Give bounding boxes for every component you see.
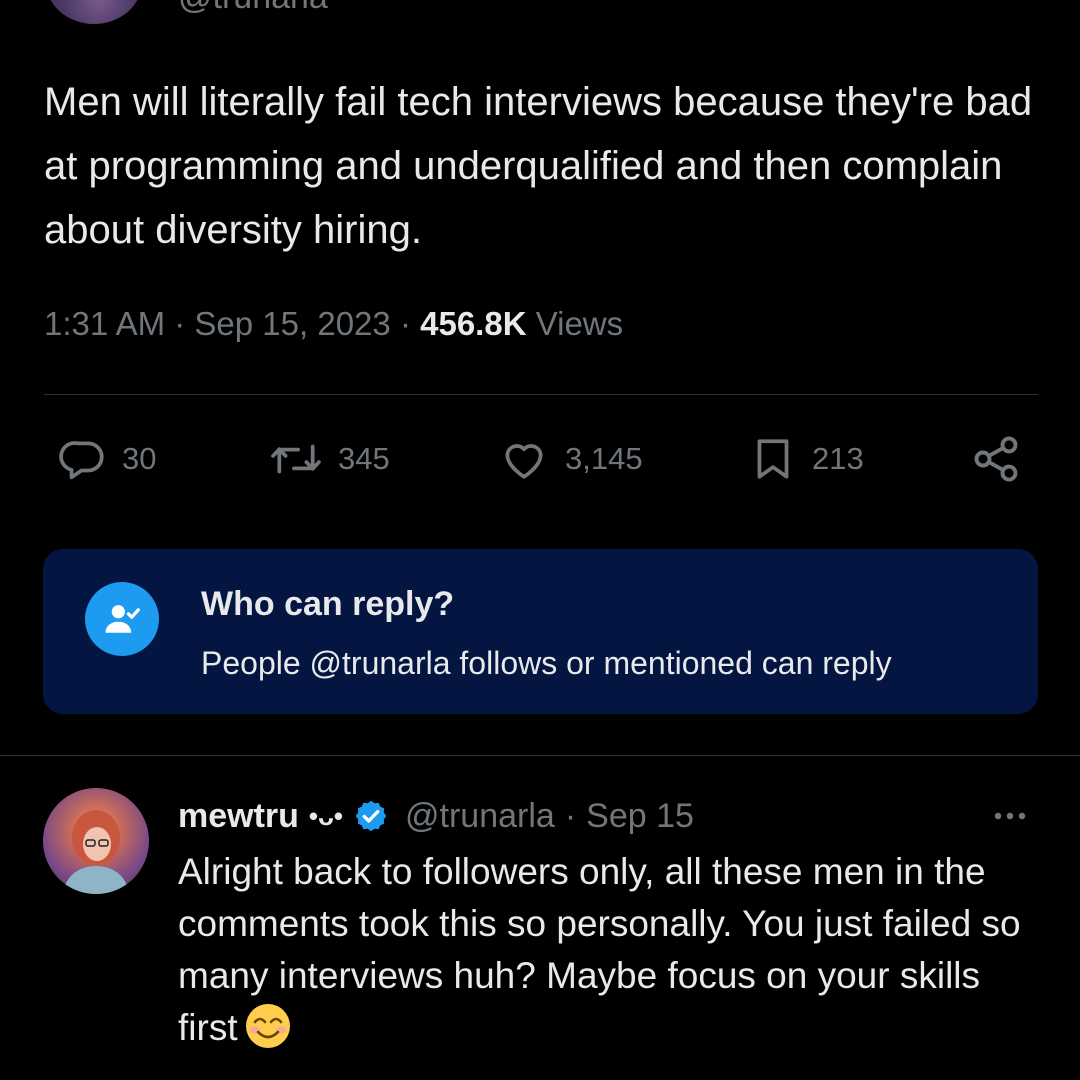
reply-count: 30 bbox=[122, 441, 157, 476]
repost-icon bbox=[271, 444, 321, 474]
bookmark-count: 213 bbox=[812, 441, 864, 476]
views-count[interactable]: 456.8K bbox=[420, 305, 526, 342]
reply-avatar[interactable] bbox=[43, 788, 149, 894]
tweet-date[interactable]: Sep 15, 2023 bbox=[194, 305, 390, 342]
bookmark-button[interactable]: 213 bbox=[748, 424, 864, 494]
like-count: 3,145 bbox=[565, 441, 643, 476]
repost-count: 345 bbox=[338, 441, 390, 476]
reply-button[interactable]: 30 bbox=[58, 424, 156, 494]
reply-icon bbox=[59, 441, 104, 480]
reply-body: Alright back to followers only, all thes… bbox=[178, 851, 1021, 1048]
who-can-reply-subtitle: People @trunarla follows or mentioned ca… bbox=[201, 645, 892, 681]
reply-header: mewtru •ᴗ• @trunarla · Sep 15 bbox=[178, 792, 694, 840]
person-check-icon bbox=[85, 582, 159, 656]
verified-badge-icon bbox=[353, 798, 389, 834]
author-handle[interactable]: @trunarla bbox=[178, 0, 328, 14]
tweet-meta: 1:31 AM · Sep 15, 2023 · 456.8K Views bbox=[44, 302, 623, 346]
tweet-text: Men will literally fail tech interviews … bbox=[44, 80, 1033, 252]
reply-date[interactable]: Sep 15 bbox=[586, 797, 694, 836]
heart-icon bbox=[505, 444, 543, 479]
divider bbox=[44, 394, 1038, 395]
who-can-reply-title: Who can reply? bbox=[201, 585, 455, 623]
reply-author-name[interactable]: mewtru bbox=[178, 797, 299, 836]
more-icon[interactable] bbox=[990, 798, 1030, 839]
who-can-reply-banner: Who can reply? People @trunarla follows … bbox=[43, 549, 1038, 714]
action-bar: 30 345 3,145 213 bbox=[0, 424, 1080, 494]
views-label: Views bbox=[535, 305, 624, 342]
smiling-face-with-smiling-eyes-icon bbox=[244, 1002, 292, 1064]
reply-author-handle[interactable]: @trunarla bbox=[405, 797, 555, 836]
repost-button[interactable]: 345 bbox=[268, 424, 390, 494]
bookmark-icon bbox=[757, 439, 789, 479]
meta-separator: · bbox=[399, 305, 411, 342]
reply-name-decoration: •ᴗ• bbox=[308, 800, 344, 831]
share-icon bbox=[974, 436, 1018, 482]
divider bbox=[0, 755, 1080, 756]
reply-separator: · bbox=[564, 796, 577, 835]
meta-separator: · bbox=[174, 305, 186, 342]
author-avatar[interactable] bbox=[46, 0, 142, 24]
share-button[interactable] bbox=[970, 424, 1022, 494]
reply-text: Alright back to followers only, all thes… bbox=[178, 846, 1038, 1064]
tweet-time[interactable]: 1:31 AM bbox=[44, 305, 165, 342]
like-button[interactable]: 3,145 bbox=[497, 424, 643, 494]
